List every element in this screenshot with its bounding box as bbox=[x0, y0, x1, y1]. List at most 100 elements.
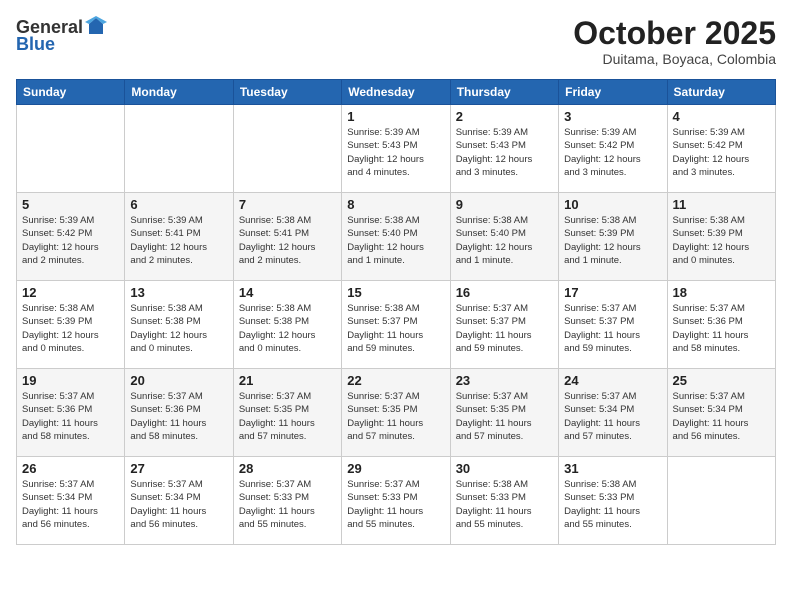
day-of-week-header: Saturday bbox=[667, 80, 775, 105]
day-number: 22 bbox=[347, 373, 444, 388]
day-info: Sunrise: 5:37 AM Sunset: 5:36 PM Dayligh… bbox=[673, 302, 770, 355]
calendar-day-cell: 3Sunrise: 5:39 AM Sunset: 5:42 PM Daylig… bbox=[559, 105, 667, 193]
calendar-day-cell: 17Sunrise: 5:37 AM Sunset: 5:37 PM Dayli… bbox=[559, 281, 667, 369]
day-info: Sunrise: 5:38 AM Sunset: 5:39 PM Dayligh… bbox=[564, 214, 661, 267]
day-number: 14 bbox=[239, 285, 336, 300]
day-info: Sunrise: 5:38 AM Sunset: 5:38 PM Dayligh… bbox=[239, 302, 336, 355]
calendar-day-cell: 1 Sunrise: 5:39 AM Sunset: 5:43 PM Daylig… bbox=[342, 105, 450, 193]
logo: General Blue bbox=[16, 16, 107, 55]
day-number: 26 bbox=[22, 461, 119, 476]
day-info: Sunrise: 5:37 AM Sunset: 5:36 PM Dayligh… bbox=[22, 390, 119, 443]
day-info: Sunrise: 5:38 AM Sunset: 5:39 PM Dayligh… bbox=[673, 214, 770, 267]
day-info: Sunrise: 5:38 AM Sunset: 5:33 PM Dayligh… bbox=[564, 478, 661, 531]
day-info: Sunrise: 5:38 AM Sunset: 5:41 PM Dayligh… bbox=[239, 214, 336, 267]
day-number: 19 bbox=[22, 373, 119, 388]
calendar-day-cell: 29Sunrise: 5:37 AM Sunset: 5:33 PM Dayli… bbox=[342, 457, 450, 545]
calendar-day-cell: 19 Sunrise: 5:37 AM Sunset: 5:36 PM Dayli… bbox=[17, 369, 125, 457]
calendar-day-cell bbox=[17, 105, 125, 193]
day-number: 24 bbox=[564, 373, 661, 388]
calendar-day-cell: 28Sunrise: 5:37 AM Sunset: 5:33 PM Dayli… bbox=[233, 457, 341, 545]
day-number: 16 bbox=[456, 285, 553, 300]
day-info: Sunrise: 5:38 AM Sunset: 5:40 PM Dayligh… bbox=[347, 214, 444, 267]
day-number: 27 bbox=[130, 461, 227, 476]
day-number: 11 bbox=[673, 197, 770, 212]
calendar-day-cell: 10Sunrise: 5:38 AM Sunset: 5:39 PM Dayli… bbox=[559, 193, 667, 281]
day-number: 5 bbox=[22, 197, 119, 212]
calendar-header-row: SundayMondayTuesdayWednesdayThursdayFrid… bbox=[17, 80, 776, 105]
calendar-day-cell bbox=[125, 105, 233, 193]
calendar-day-cell: 14 Sunrise: 5:38 AM Sunset: 5:38 PM Dayli… bbox=[233, 281, 341, 369]
calendar-week-row: 12 Sunrise: 5:38 AM Sunset: 5:39 PM Dayli… bbox=[17, 281, 776, 369]
day-info: Sunrise: 5:37 AM Sunset: 5:34 PM Dayligh… bbox=[564, 390, 661, 443]
calendar-day-cell: 15 Sunrise: 5:38 AM Sunset: 5:37 PM Dayli… bbox=[342, 281, 450, 369]
day-info: Sunrise: 5:37 AM Sunset: 5:34 PM Dayligh… bbox=[22, 478, 119, 531]
day-info: Sunrise: 5:39 AM Sunset: 5:41 PM Dayligh… bbox=[130, 214, 227, 267]
day-of-week-header: Tuesday bbox=[233, 80, 341, 105]
day-info: Sunrise: 5:37 AM Sunset: 5:35 PM Dayligh… bbox=[456, 390, 553, 443]
day-info: Sunrise: 5:38 AM Sunset: 5:33 PM Dayligh… bbox=[456, 478, 553, 531]
calendar-container: General Blue October 2025 Duitama, Boyac… bbox=[0, 0, 792, 612]
calendar-day-cell bbox=[667, 457, 775, 545]
day-number: 21 bbox=[239, 373, 336, 388]
day-info: Sunrise: 5:39 AM Sunset: 5:42 PM Dayligh… bbox=[673, 126, 770, 179]
calendar-day-cell: 25 Sunrise: 5:37 AM Sunset: 5:34 PM Dayli… bbox=[667, 369, 775, 457]
calendar-week-row: 5 Sunrise: 5:39 AM Sunset: 5:42 PM Daylig… bbox=[17, 193, 776, 281]
day-info: Sunrise: 5:37 AM Sunset: 5:36 PM Dayligh… bbox=[130, 390, 227, 443]
calendar-day-cell: 26 Sunrise: 5:37 AM Sunset: 5:34 PM Dayli… bbox=[17, 457, 125, 545]
calendar-day-cell: 22 Sunrise: 5:37 AM Sunset: 5:35 PM Dayli… bbox=[342, 369, 450, 457]
calendar-day-cell: 24 Sunrise: 5:37 AM Sunset: 5:34 PM Dayli… bbox=[559, 369, 667, 457]
calendar-day-cell: 9 Sunrise: 5:38 AM Sunset: 5:40 PM Daylig… bbox=[450, 193, 558, 281]
day-number: 31 bbox=[564, 461, 661, 476]
day-info: Sunrise: 5:37 AM Sunset: 5:35 PM Dayligh… bbox=[347, 390, 444, 443]
calendar-day-cell: 12 Sunrise: 5:38 AM Sunset: 5:39 PM Dayli… bbox=[17, 281, 125, 369]
day-info: Sunrise: 5:37 AM Sunset: 5:33 PM Dayligh… bbox=[239, 478, 336, 531]
calendar-day-cell: 16 Sunrise: 5:37 AM Sunset: 5:37 PM Dayli… bbox=[450, 281, 558, 369]
day-number: 30 bbox=[456, 461, 553, 476]
calendar-day-cell: 2 Sunrise: 5:39 AM Sunset: 5:43 PM Daylig… bbox=[450, 105, 558, 193]
day-info: Sunrise: 5:39 AM Sunset: 5:42 PM Dayligh… bbox=[564, 126, 661, 179]
calendar-day-cell: 23 Sunrise: 5:37 AM Sunset: 5:35 PM Dayli… bbox=[450, 369, 558, 457]
day-info: Sunrise: 5:37 AM Sunset: 5:34 PM Dayligh… bbox=[130, 478, 227, 531]
day-of-week-header: Sunday bbox=[17, 80, 125, 105]
day-number: 4 bbox=[673, 109, 770, 124]
calendar-week-row: 1 Sunrise: 5:39 AM Sunset: 5:43 PM Daylig… bbox=[17, 105, 776, 193]
calendar-day-cell: 7Sunrise: 5:38 AM Sunset: 5:41 PM Daylig… bbox=[233, 193, 341, 281]
day-info: Sunrise: 5:38 AM Sunset: 5:39 PM Dayligh… bbox=[22, 302, 119, 355]
day-number: 15 bbox=[347, 285, 444, 300]
day-of-week-header: Monday bbox=[125, 80, 233, 105]
location-subtitle: Duitama, Boyaca, Colombia bbox=[573, 51, 776, 67]
day-number: 23 bbox=[456, 373, 553, 388]
day-number: 2 bbox=[456, 109, 553, 124]
calendar-week-row: 26 Sunrise: 5:37 AM Sunset: 5:34 PM Dayli… bbox=[17, 457, 776, 545]
day-number: 13 bbox=[130, 285, 227, 300]
day-number: 20 bbox=[130, 373, 227, 388]
day-info: Sunrise: 5:38 AM Sunset: 5:37 PM Dayligh… bbox=[347, 302, 444, 355]
day-info: Sunrise: 5:39 AM Sunset: 5:43 PM Dayligh… bbox=[456, 126, 553, 179]
day-info: Sunrise: 5:39 AM Sunset: 5:43 PM Dayligh… bbox=[347, 126, 444, 179]
day-number: 29 bbox=[347, 461, 444, 476]
day-number: 8 bbox=[347, 197, 444, 212]
day-number: 9 bbox=[456, 197, 553, 212]
day-info: Sunrise: 5:37 AM Sunset: 5:34 PM Dayligh… bbox=[673, 390, 770, 443]
calendar-day-cell: 5 Sunrise: 5:39 AM Sunset: 5:42 PM Daylig… bbox=[17, 193, 125, 281]
header: General Blue October 2025 Duitama, Boyac… bbox=[16, 16, 776, 67]
calendar-day-cell: 31 Sunrise: 5:38 AM Sunset: 5:33 PM Dayli… bbox=[559, 457, 667, 545]
logo-blue-text: Blue bbox=[16, 34, 55, 55]
day-of-week-header: Thursday bbox=[450, 80, 558, 105]
calendar-day-cell: 27 Sunrise: 5:37 AM Sunset: 5:34 PM Dayli… bbox=[125, 457, 233, 545]
day-info: Sunrise: 5:37 AM Sunset: 5:37 PM Dayligh… bbox=[456, 302, 553, 355]
day-info: Sunrise: 5:38 AM Sunset: 5:40 PM Dayligh… bbox=[456, 214, 553, 267]
day-number: 1 bbox=[347, 109, 444, 124]
calendar-day-cell: 20 Sunrise: 5:37 AM Sunset: 5:36 PM Dayli… bbox=[125, 369, 233, 457]
day-number: 12 bbox=[22, 285, 119, 300]
month-title: October 2025 bbox=[573, 16, 776, 51]
day-info: Sunrise: 5:39 AM Sunset: 5:42 PM Dayligh… bbox=[22, 214, 119, 267]
calendar-day-cell: 8 Sunrise: 5:38 AM Sunset: 5:40 PM Daylig… bbox=[342, 193, 450, 281]
day-info: Sunrise: 5:37 AM Sunset: 5:35 PM Dayligh… bbox=[239, 390, 336, 443]
calendar-table: SundayMondayTuesdayWednesdayThursdayFrid… bbox=[16, 79, 776, 545]
calendar-day-cell: 11 Sunrise: 5:38 AM Sunset: 5:39 PM Dayli… bbox=[667, 193, 775, 281]
day-info: Sunrise: 5:38 AM Sunset: 5:38 PM Dayligh… bbox=[130, 302, 227, 355]
day-number: 25 bbox=[673, 373, 770, 388]
calendar-day-cell: 18Sunrise: 5:37 AM Sunset: 5:36 PM Dayli… bbox=[667, 281, 775, 369]
calendar-day-cell: 6Sunrise: 5:39 AM Sunset: 5:41 PM Daylig… bbox=[125, 193, 233, 281]
